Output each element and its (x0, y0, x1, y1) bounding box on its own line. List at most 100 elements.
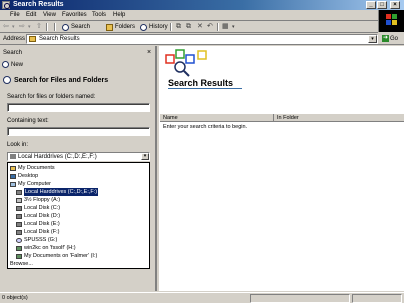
history-icon (140, 23, 147, 31)
look-in-option[interactable]: My Documents (10, 164, 55, 172)
look-in-combo[interactable]: Local Harddrives (C:,D:,E:,F:) ▾ (7, 152, 150, 161)
standard-toolbar: ⇦ ▾ ⇨ ▾ ⇧ Search Folders History ⧉ ⧉ ✕ ↶… (0, 21, 378, 33)
look-in-option[interactable]: My Documents on 'Falmer' (I:) (16, 252, 97, 260)
windows-logo (378, 10, 404, 32)
close-pane-icon[interactable]: × (147, 49, 151, 56)
address-field[interactable]: Search Results ▾ (26, 34, 378, 44)
magnifier-icon (3, 76, 11, 84)
toolbar-separator (46, 23, 48, 31)
search-results-folder-icon (29, 36, 36, 42)
search-pane-header: Search × (0, 48, 155, 58)
search-button[interactable]: Search (62, 22, 90, 32)
look-in-label: Look in: (7, 142, 29, 148)
menu-favorites[interactable]: Favorites (62, 12, 87, 18)
status-bar: 0 object(s) (0, 292, 404, 303)
look-in-option[interactable]: 3½ Floppy (A:) (16, 196, 60, 204)
title-bar[interactable]: Search Results _ □ × (0, 0, 404, 10)
history-button[interactable]: History (140, 22, 168, 32)
look-in-option[interactable]: My Computer (10, 180, 51, 188)
toolbar-separator (217, 23, 219, 31)
empty-results-message: Enter your search criteria to begin. (163, 124, 248, 130)
search-window-icon[interactable] (2, 1, 10, 9)
option-label: 3½ Floppy (A:) (24, 197, 61, 203)
look-in-option-browse[interactable]: Browse... (10, 260, 33, 268)
look-in-option[interactable]: Local Disk (F:) (16, 228, 59, 236)
search-heading: Search for Files and Folders (3, 74, 153, 86)
menu-file[interactable]: File (10, 12, 20, 18)
new-search-button[interactable]: New (2, 60, 23, 69)
delete-icon[interactable]: ✕ (197, 23, 203, 31)
option-label: Local Disk (C:) (24, 205, 61, 211)
search-pane-title: Search (3, 50, 23, 56)
close-button[interactable]: × (390, 1, 400, 9)
containing-text-input[interactable] (7, 127, 150, 136)
copy-to-icon[interactable]: ⧉ (186, 23, 191, 31)
option-label: Local Disk (D:) (24, 213, 61, 219)
look-in-option[interactable]: Local Disk (E:) (16, 220, 60, 228)
look-in-option[interactable]: win2kc on 'fssolf' (H:) (16, 244, 76, 252)
menu-view[interactable]: View (43, 12, 56, 18)
folders-button[interactable]: Folders (106, 22, 135, 32)
look-in-option-selected[interactable]: Local Harddrives (C:,D:,E:,F:) (16, 188, 99, 196)
option-label: My Documents on 'Falmer' (I:) (24, 253, 98, 259)
look-in-option[interactable]: Local Disk (D:) (16, 212, 60, 220)
option-label: My Computer (18, 181, 52, 187)
up-folder-icon[interactable]: ⇧ (36, 23, 42, 31)
views-icon[interactable]: ▦ (222, 23, 229, 31)
address-value: Search Results (39, 36, 80, 42)
desktop-icon (10, 173, 16, 179)
move-to-icon[interactable]: ⧉ (176, 23, 181, 31)
toolbar-separator (170, 23, 172, 31)
results-pane: Search Results Name In Folder Enter your… (159, 46, 404, 291)
look-in-option[interactable]: SPUSSS (G:) (16, 236, 57, 244)
views-dropdown-icon[interactable]: ▾ (232, 23, 235, 31)
status-text: 0 object(s) (2, 295, 28, 301)
look-in-dropdown-list: My Documents Desktop My Computer Local H… (7, 162, 150, 269)
filename-input[interactable] (7, 103, 150, 112)
look-in-value: Local Harddrives (C:,D:,E:,F:) (18, 154, 97, 160)
column-header-in-folder[interactable]: In Folder (274, 114, 404, 122)
option-label: Local Harddrives (C:,D:,E:,F:) (24, 188, 99, 196)
back-dropdown-icon[interactable]: ▾ (12, 23, 15, 31)
folder-icon (10, 165, 16, 171)
look-in-option[interactable]: Local Disk (C:) (16, 204, 60, 212)
go-button[interactable]: ➜ Go (382, 35, 398, 42)
new-search-icon (2, 61, 9, 68)
menu-edit[interactable]: Edit (26, 12, 36, 18)
search-banner-icon (165, 49, 207, 77)
go-arrow-icon: ➜ (382, 35, 389, 42)
drive-icon (16, 229, 22, 235)
menu-tools[interactable]: Tools (92, 12, 106, 18)
look-in-option[interactable]: Desktop (10, 172, 38, 180)
look-in-dropdown-button[interactable]: ▾ (141, 153, 149, 160)
drive-icon (16, 221, 22, 227)
results-banner: Search Results (164, 49, 244, 89)
address-bar: Address Search Results ▾ ➜ Go (0, 33, 404, 45)
option-label: Desktop (18, 173, 39, 179)
menu-help[interactable]: Help (113, 12, 125, 18)
search-button-label: Search (71, 24, 91, 30)
option-label: win2kc on 'fssolf' (H:) (24, 245, 76, 251)
forward-dropdown-icon[interactable]: ▾ (28, 23, 31, 31)
status-panel (352, 294, 402, 303)
folders-icon (106, 23, 113, 31)
minimize-button[interactable]: _ (366, 1, 376, 9)
toolbar-separator (54, 23, 56, 31)
column-header-name[interactable]: Name (160, 114, 274, 122)
address-dropdown-button[interactable]: ▾ (368, 35, 377, 43)
results-title: Search Results (168, 78, 234, 88)
search-heading-text: Search for Files and Folders (14, 76, 109, 84)
back-arrow-icon[interactable]: ⇦ (3, 23, 9, 31)
windows-flag-icon (386, 14, 398, 26)
maximize-button[interactable]: □ (377, 1, 387, 9)
window-title: Search Results (13, 1, 64, 8)
address-label: Address (3, 36, 26, 42)
status-panel (250, 294, 350, 303)
undo-icon[interactable]: ↶ (207, 23, 213, 31)
cd-icon (16, 237, 22, 243)
option-label: My Documents (18, 165, 55, 171)
forward-arrow-icon[interactable]: ⇨ (19, 23, 25, 31)
folders-button-label: Folders (115, 24, 136, 30)
containing-text-label: Containing text: (7, 118, 49, 124)
computer-icon (10, 181, 16, 187)
